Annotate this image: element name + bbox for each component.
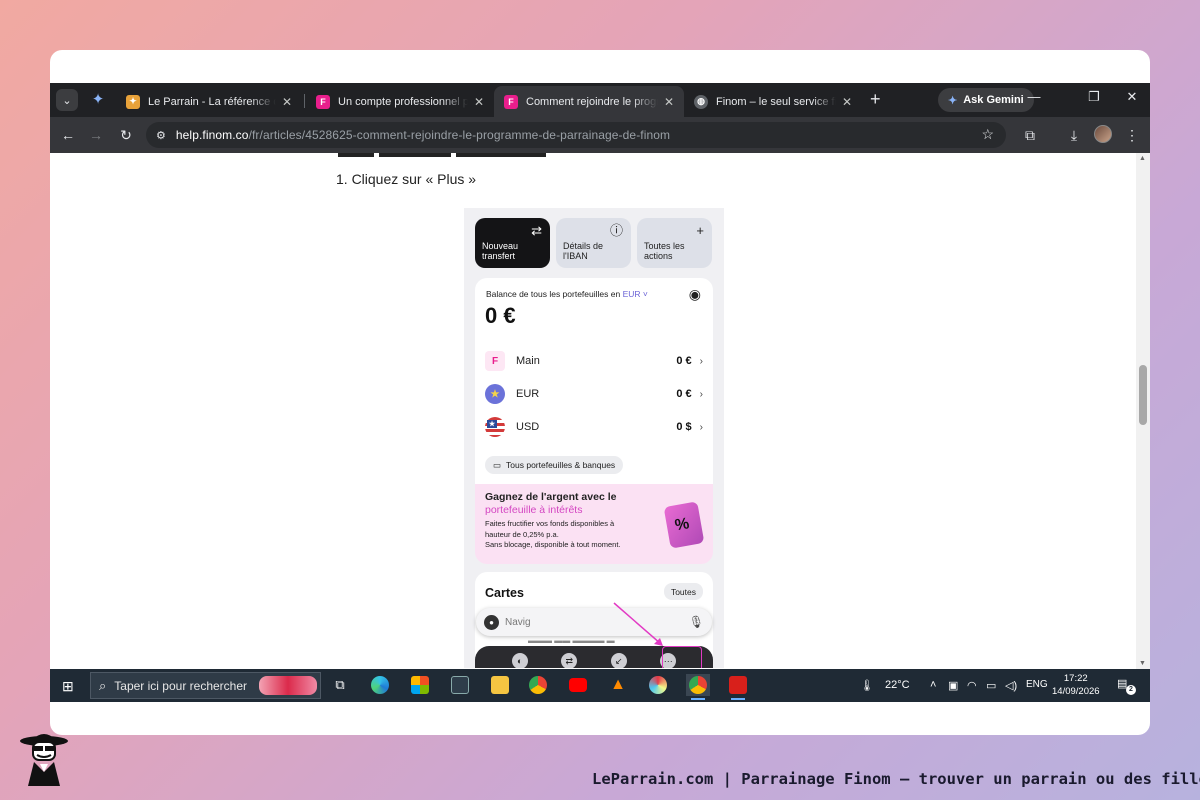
scroll-up-icon: ▲	[1139, 155, 1146, 162]
windows-start-icon[interactable]: ⊞	[62, 678, 74, 695]
notification-center-icon[interactable]: ▤ 2	[1117, 677, 1136, 695]
language-indicator[interactable]: ENG	[1026, 679, 1048, 690]
close-icon[interactable]: ✕	[474, 95, 484, 109]
app-screenshot: ⇄ Nouveau transfert ⓘ Détails de l'IBAN …	[464, 208, 724, 668]
acrobat-icon[interactable]	[726, 674, 750, 700]
task-view-icon[interactable]: ⧉	[328, 674, 352, 696]
minimize-icon[interactable]: —	[1024, 89, 1044, 104]
tab-compte-professionnel[interactable]: F Un compte professionnel pour votre ent…	[306, 86, 494, 117]
close-icon[interactable]: ✕	[842, 95, 852, 109]
windows-taskbar: ⊞ ⌕ Taper ici pour rechercher ⧉ ▲ 🌡 22°C…	[50, 669, 1150, 702]
search-highlight-image	[259, 676, 317, 695]
gemini-tab-icon[interactable]: ✦	[90, 92, 106, 108]
site-info-icon[interactable]: ⚙	[156, 129, 166, 142]
ask-gemini-button[interactable]: ✦ Ask Gemini	[938, 88, 1034, 112]
reload-icon[interactable]: ↻	[116, 125, 136, 145]
address-bar[interactable]: ⚙ help.finom.co/fr/articles/4528625-comm…	[146, 122, 1006, 148]
restore-icon[interactable]: ❐	[1084, 89, 1104, 105]
vlc-icon[interactable]: ▲	[606, 674, 630, 696]
weather-temp[interactable]: 22°C	[885, 679, 910, 691]
volume-icon[interactable]: ◁)	[1005, 679, 1017, 692]
tray-chevron-icon[interactable]: ˄	[930, 679, 936, 691]
chrome-profile-icon[interactable]	[686, 674, 710, 700]
forward-icon[interactable]: →	[86, 125, 106, 145]
bookmark-star-icon[interactable]: ☆	[981, 126, 994, 143]
leparrain-favicon-icon: ✦	[126, 94, 140, 109]
browser-toolbar: ← → ↻ ⚙ help.finom.co/fr/articles/452862…	[50, 117, 1150, 153]
meet-now-icon[interactable]: ▣	[948, 679, 958, 692]
new-tab-button[interactable]: +	[870, 89, 881, 110]
finom-favicon-icon: F	[504, 94, 518, 109]
weather-icon[interactable]: 🌡	[860, 679, 874, 692]
browser-tab-strip: ⌄ ✦ ✦ Le Parrain - La référence du parra…	[50, 83, 1150, 117]
taskbar-clock[interactable]: 17:22 14/09/2026	[1052, 672, 1100, 698]
profile-avatar[interactable]	[1094, 125, 1112, 143]
footer-caption: LeParrain.com | Parrainage Finom — trouv…	[592, 770, 1200, 788]
screenshot-frame: ⌄ ✦ ✦ Le Parrain - La référence du parra…	[50, 50, 1150, 735]
tab-search-button[interactable]: ⌄	[56, 89, 78, 111]
leparrain-logo	[20, 734, 68, 786]
scrollbar-thumb[interactable]	[1139, 365, 1147, 425]
page-content: ▬▬ ▬▬▬▬ ▬▬▬▬▬ 1. Cliquez sur « Plus » ⇄ …	[50, 153, 1136, 669]
edge-icon[interactable]	[368, 674, 392, 696]
finom-favicon-icon: F	[316, 94, 330, 109]
search-icon: ⌕	[99, 677, 107, 693]
pointer-arrow	[613, 602, 663, 646]
close-icon[interactable]: ✕	[282, 95, 292, 109]
back-icon[interactable]: ←	[58, 125, 78, 145]
stocks-app-icon[interactable]	[448, 674, 472, 696]
globe-icon: ◍	[694, 94, 708, 109]
paint-app-icon[interactable]	[646, 674, 670, 696]
close-icon[interactable]: ✕	[664, 95, 674, 109]
youtube-icon[interactable]	[566, 674, 590, 696]
close-window-icon[interactable]: ✕	[1122, 89, 1142, 105]
menu-kebab-icon[interactable]: ⋮	[1122, 125, 1142, 145]
page-scrollbar[interactable]: ▲ ▼	[1136, 153, 1150, 669]
store-icon[interactable]	[408, 674, 432, 696]
battery-icon[interactable]: ▭	[986, 679, 996, 692]
download-icon[interactable]: ⤓	[1064, 125, 1084, 145]
wifi-icon[interactable]: ◠	[967, 679, 977, 692]
tab-finom-service[interactable]: ◍ Finom – le seul service financier ✕	[684, 86, 862, 117]
scroll-down-icon: ▼	[1139, 660, 1146, 667]
taskbar-search-input[interactable]: ⌕ Taper ici pour rechercher	[90, 672, 321, 699]
tab-le-parrain[interactable]: ✦ Le Parrain - La référence du parrainag…	[116, 86, 302, 117]
gemini-sparkle-icon: ✦	[948, 94, 958, 107]
cropped-heading: ▬▬ ▬▬▬▬ ▬▬▬▬▬	[338, 153, 546, 162]
step-text: 1. Cliquez sur « Plus »	[336, 171, 477, 187]
extensions-icon[interactable]: ⧉	[1020, 125, 1040, 145]
chrome-icon[interactable]	[526, 674, 550, 696]
tab-comment-rejoindre[interactable]: F Comment rejoindre le programme de parr…	[494, 86, 684, 117]
file-explorer-icon[interactable]	[488, 674, 512, 696]
